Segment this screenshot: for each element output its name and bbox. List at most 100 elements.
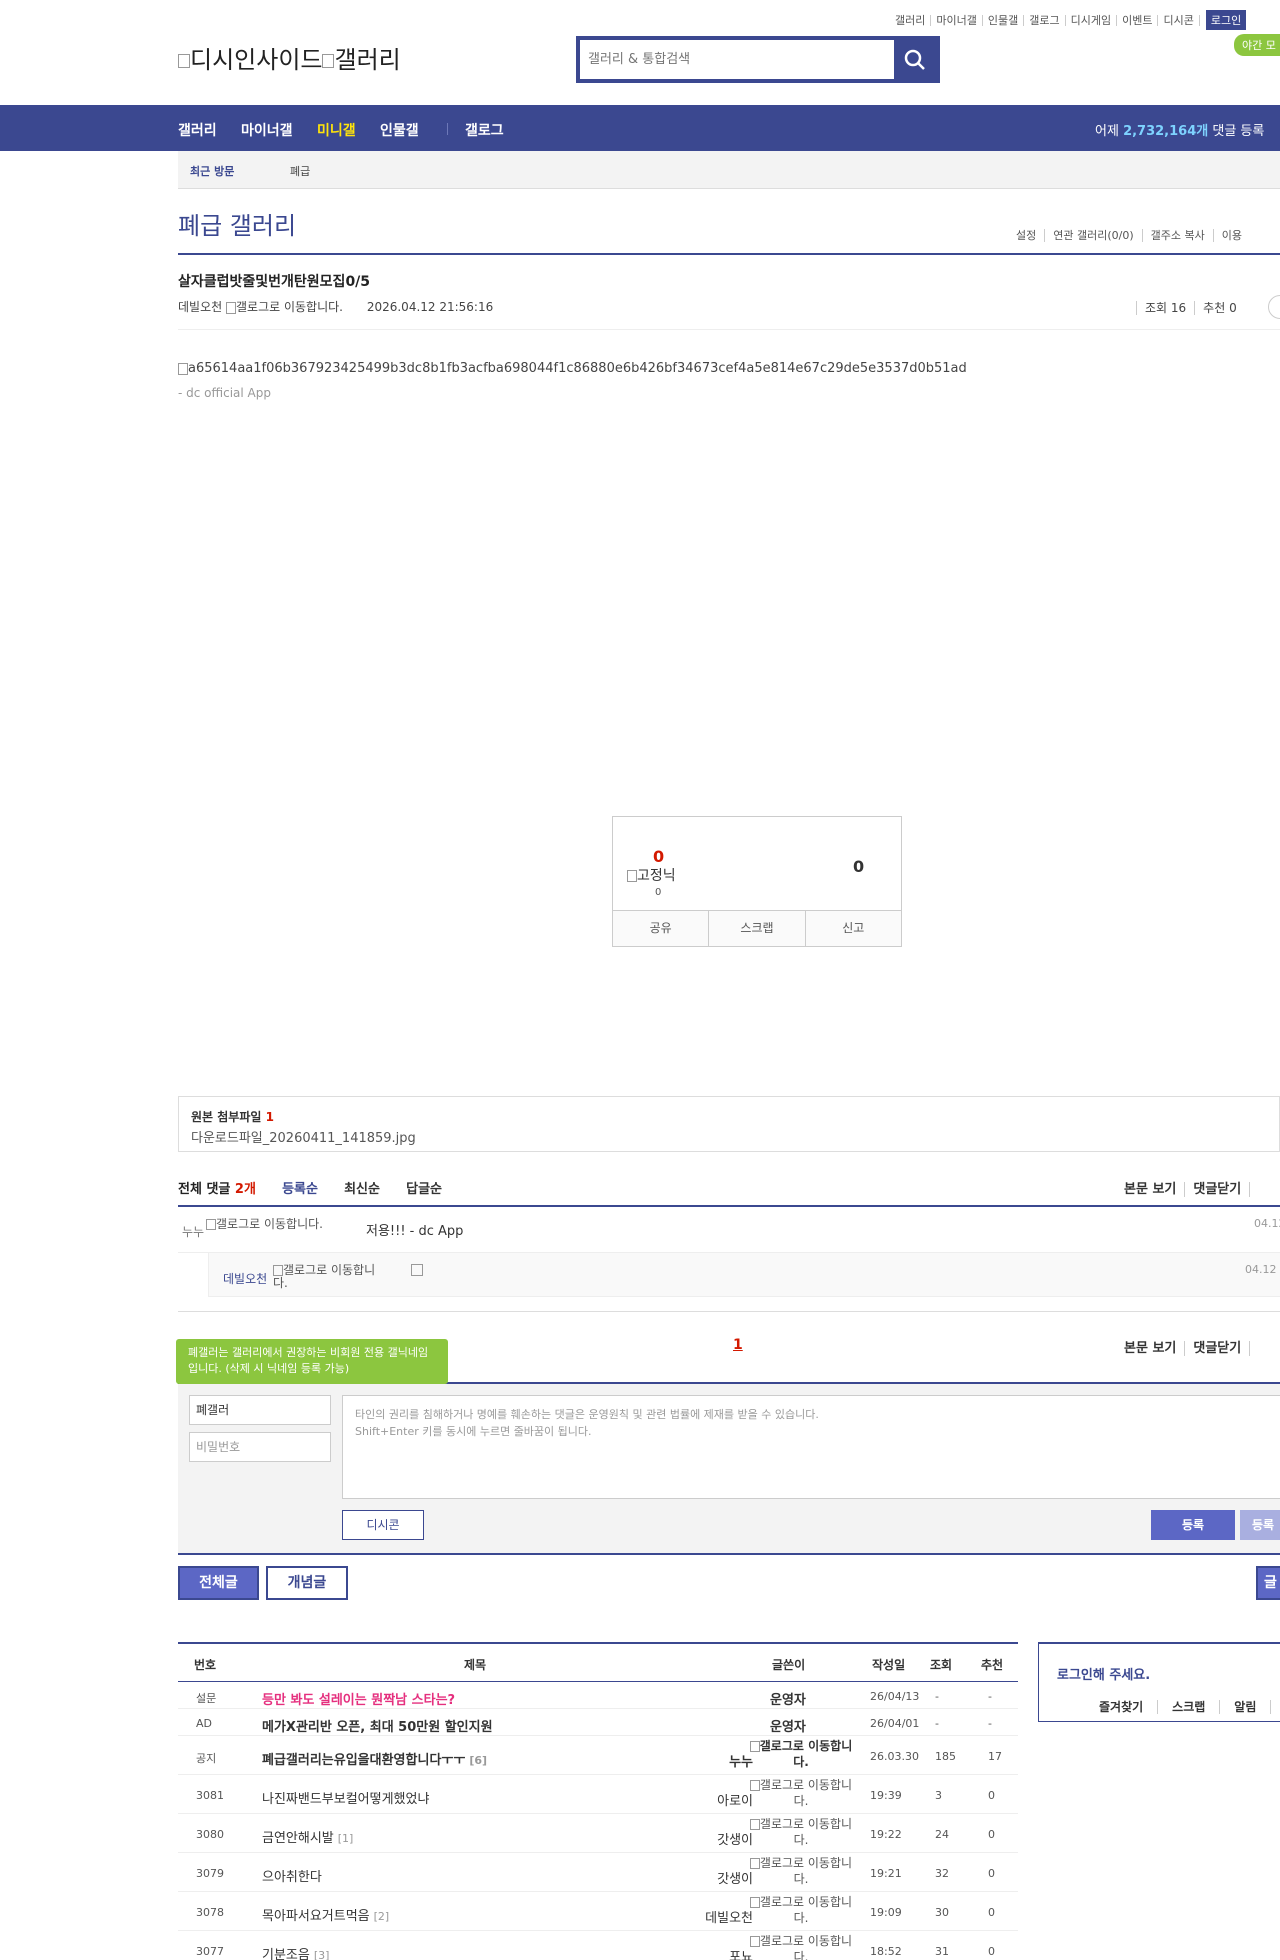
- submit-with-dccon-button[interactable]: 등록: [1240, 1510, 1280, 1540]
- post-title-link[interactable]: 기분조음 [3]: [262, 1944, 329, 1960]
- login-prompt[interactable]: 로그인해 주세요.: [1057, 1664, 1150, 1683]
- attachment-file-link[interactable]: 다운로드파일_20260411_141859.jpg: [191, 1127, 416, 1146]
- view-body-link[interactable]: 본문 보기: [1116, 1341, 1186, 1356]
- post-row[interactable]: 3078 목아파서요거트먹음 [2] 데빌오천 갤로그로 이동합니다. 19:09 30 0: [178, 1892, 1018, 1931]
- close-comments-link[interactable]: 댓글닫기: [1185, 1341, 1251, 1356]
- gallery-title[interactable]: 폐급 갤러리: [178, 206, 296, 241]
- scrap-link[interactable]: 스크랩: [1158, 1700, 1221, 1714]
- util-link-person[interactable]: 인물갤: [983, 14, 1025, 26]
- fixed-nick-count: 0: [655, 887, 662, 898]
- submit-comment-button[interactable]: 등록: [1151, 1510, 1235, 1540]
- nav-gallery[interactable]: 갤러리: [178, 120, 217, 140]
- sort-by-reply[interactable]: 답글순: [406, 1182, 442, 1197]
- nav-gallog[interactable]: 갤로그: [465, 120, 504, 140]
- writer-gallog-link[interactable]: 갤로그로 이동합니다.: [746, 1933, 856, 1960]
- post-recommend: -: [988, 1717, 992, 1730]
- view-body-link[interactable]: 본문 보기: [1116, 1182, 1186, 1197]
- nav-person[interactable]: 인물갤: [380, 120, 419, 140]
- dccon-button[interactable]: 디시콘: [342, 1510, 424, 1540]
- util-link-gallery[interactable]: 갤러리: [890, 14, 932, 26]
- nickname-field[interactable]: 폐갤러: [189, 1395, 331, 1425]
- post-row[interactable]: 3081 나진짜밴드부보컬어떻게했었냐 아로이 갤로그로 이동합니다. 19:39 3 0: [178, 1775, 1018, 1814]
- post-writer[interactable]: 운영자: [770, 1689, 806, 1708]
- fixed-nick-upvote[interactable]: 고정닉: [627, 865, 676, 885]
- writer-gallog-link[interactable]: 갤로그로 이동합니다.: [746, 1816, 856, 1848]
- usage-link[interactable]: 이용: [1214, 229, 1250, 242]
- search-button[interactable]: [894, 40, 936, 79]
- writer-gallog-link[interactable]: 갤로그로 이동합니다.: [746, 1855, 856, 1887]
- comment-toolbar-bottom: 본문 보기 댓글닫기: [1116, 1337, 1251, 1356]
- post-row[interactable]: 3077 기분조음 [3] 포뇨 갤로그로 이동합니다. 18:52 31 0: [178, 1931, 1018, 1960]
- report-button[interactable]: 신고: [806, 911, 901, 946]
- post-num: 3077: [196, 1945, 224, 1958]
- comment-nick[interactable]: 누누: [182, 1223, 204, 1240]
- post-title-link[interactable]: 목아파서요거트먹음 [2]: [262, 1905, 389, 1924]
- writer-gallog-link[interactable]: 갤로그로 이동합니다.: [746, 1777, 856, 1809]
- password-field[interactable]: 비밀번호: [189, 1432, 331, 1462]
- post-author[interactable]: 데빌오천: [178, 300, 222, 314]
- util-link-gallog[interactable]: 갤로그: [1024, 14, 1066, 26]
- comment-nick[interactable]: 데빌오천: [223, 1270, 267, 1287]
- post-row[interactable]: 설문 등만 봐도 설레이는 뭔짝남 스타는? 운영자 26/04/13 - -: [178, 1682, 1018, 1709]
- nav-mini[interactable]: 미니갤: [317, 120, 356, 140]
- comment-total-label: 전체 댓글: [178, 1182, 231, 1197]
- close-comments-link[interactable]: 댓글닫기: [1185, 1182, 1251, 1197]
- writer-gallog-link[interactable]: 갤로그로 이동합니다.: [746, 1738, 856, 1770]
- util-link-dcgame[interactable]: 디시게임: [1066, 14, 1118, 26]
- writer-gallog-link[interactable]: 갤로그로 이동합니다.: [746, 1894, 856, 1926]
- post-title-link[interactable]: 으아취한다: [262, 1866, 326, 1885]
- post-row[interactable]: 3079 으아취한다 갓생이 갤로그로 이동합니다. 19:21 32 0: [178, 1853, 1018, 1892]
- nav-minor[interactable]: 마이너갤: [241, 120, 293, 140]
- write-post-button[interactable]: 글: [1256, 1566, 1280, 1600]
- copy-gallery-address-link[interactable]: 갤주소 복사: [1142, 229, 1214, 242]
- post-title-link[interactable]: 등만 봐도 설레이는 뭔짝남 스타는?: [262, 1689, 459, 1708]
- comment-count-button[interactable]: [1268, 295, 1280, 319]
- comment-gallog-alt-text: 갤로그로 이동합니다.: [216, 1217, 323, 1231]
- comment-gallog-link[interactable]: 갤로그로 이동합니다.: [206, 1218, 356, 1231]
- reply-count[interactable]: [1]: [338, 1832, 354, 1845]
- post-row[interactable]: 3080 금연안해시발 [1] 갓생이 갤로그로 이동합니다. 19:22 24 0: [178, 1814, 1018, 1853]
- favorites-link[interactable]: 즐겨찾기: [1085, 1700, 1159, 1714]
- search-input[interactable]: [588, 46, 888, 72]
- alarm-link[interactable]: 알림: [1220, 1700, 1272, 1714]
- util-link-dccon[interactable]: 디시콘: [1158, 14, 1200, 26]
- broken-image-icon: [749, 1741, 760, 1752]
- util-link-minor[interactable]: 마이너갤: [931, 14, 983, 26]
- reply-count[interactable]: [3]: [314, 1949, 330, 1960]
- gallog-link[interactable]: 갤로그로 이동합니다.: [226, 300, 343, 314]
- comment-reply-item: 데빌오천 갤로그로 이동합니다. 04.12 2: [208, 1253, 1280, 1297]
- sort-by-latest[interactable]: 최신순: [344, 1182, 380, 1197]
- post-views: -: [935, 1690, 939, 1703]
- recent-visit-item[interactable]: 폐급: [290, 163, 310, 179]
- post-views: 24: [935, 1828, 949, 1841]
- util-link-event[interactable]: 이벤트: [1117, 14, 1159, 26]
- textarea-placeholder-line2: Shift+Enter 키를 동시에 누르면 줄바꿈이 됩니다.: [355, 1425, 592, 1438]
- post-date: 2026.04.12 21:56:16: [366, 300, 494, 314]
- post-title-link[interactable]: 폐급갤러리는유입을대환영합니다ㅜㅜ [6]: [262, 1749, 487, 1768]
- post-title-link[interactable]: 나진짜밴드부보컬어떻게했었냐: [262, 1788, 433, 1807]
- post-row[interactable]: 공지 폐급갤러리는유입을대환영합니다ㅜㅜ [6] 누누 갤로그로 이동합니다. 26.03…: [178, 1736, 1018, 1775]
- post-title-text: 목아파서요거트먹음: [262, 1909, 370, 1924]
- scrap-button[interactable]: 스크랩: [709, 911, 806, 946]
- post-writer[interactable]: 운영자: [770, 1716, 806, 1735]
- post-num: 3079: [196, 1867, 224, 1880]
- post-title-link[interactable]: 금연안해시발 [1]: [262, 1827, 353, 1846]
- share-button[interactable]: 공유: [613, 911, 710, 946]
- post-row[interactable]: AD 메가X관리반 오픈, 최대 50만원 할인지원 운영자 26/04/01 - -: [178, 1709, 1018, 1736]
- login-button[interactable]: 로그인: [1205, 10, 1247, 30]
- tab-best-posts[interactable]: 개념글: [266, 1566, 348, 1600]
- related-gallery-link[interactable]: 연관 갤러리(0/0): [1045, 229, 1143, 242]
- comment-text: 저용!!! - dc App: [366, 1224, 464, 1239]
- reply-count[interactable]: [2]: [374, 1910, 390, 1923]
- tab-all-posts[interactable]: 전체글: [178, 1566, 259, 1600]
- recent-visit-label[interactable]: 최근 방문: [190, 163, 234, 179]
- gallery-settings-link[interactable]: 설정: [1008, 229, 1046, 242]
- sort-by-registered[interactable]: 등록순: [282, 1182, 318, 1197]
- reply-count[interactable]: [6]: [469, 1754, 487, 1767]
- comment-page-current[interactable]: 1: [733, 1337, 743, 1353]
- site-logo[interactable]: 디시인사이드 갤러리: [178, 40, 401, 75]
- post-title-link[interactable]: 메가X관리반 오픈, 최대 50만원 할인지원: [262, 1716, 497, 1735]
- comment-gallog-link[interactable]: 갤로그로 이동합니다.: [273, 1264, 383, 1290]
- night-mode-toggle[interactable]: 야간 모: [1234, 34, 1280, 56]
- comment-textarea[interactable]: 타인의 권리를 침해하거나 명예를 훼손하는 댓글은 운영원칙 및 관련 법률에…: [342, 1395, 1280, 1499]
